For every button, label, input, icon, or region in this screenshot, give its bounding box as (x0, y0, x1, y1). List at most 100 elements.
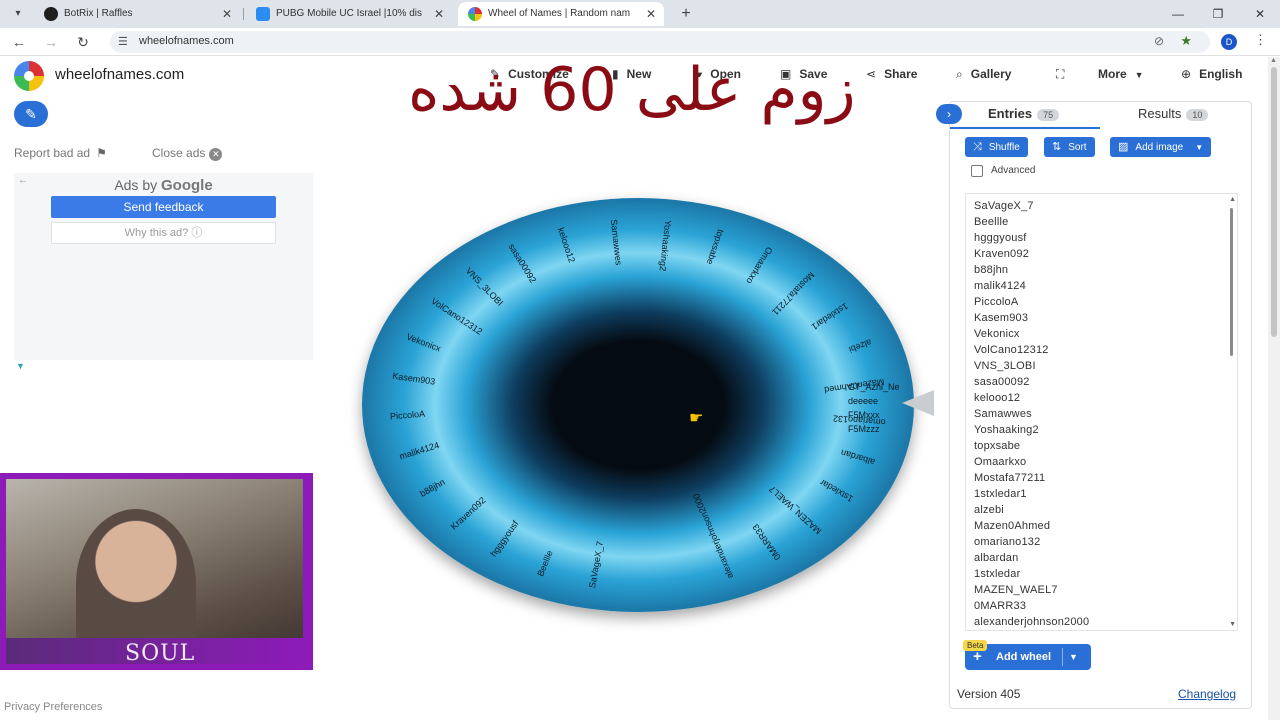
collapse-panel-button[interactable]: › (936, 104, 962, 124)
tab-strip: ▾ BotRix | Raffles ✕ PUBG Mobile UC Isra… (0, 0, 1280, 28)
entry-line[interactable]: Yoshaaking2 (974, 424, 1039, 436)
wheel-segment-label: PiccoloA (390, 409, 426, 422)
chevron-down-icon[interactable]: ▼ (1069, 644, 1078, 670)
entry-line[interactable]: 1stxledar1 (974, 488, 1027, 500)
entry-line[interactable]: Beellle (974, 216, 1008, 228)
page-scroll-thumb[interactable] (1271, 67, 1277, 337)
advanced-checkbox[interactable] (971, 165, 983, 177)
pubg-favicon-icon (256, 7, 270, 21)
more-button[interactable]: More ▼ (1098, 67, 1144, 81)
entry-line[interactable]: kelooo12 (974, 392, 1020, 404)
gallery-button[interactable]: ⌕ Gallery (956, 67, 1011, 82)
wheel-segment-label: 1stxledar1 (810, 301, 850, 332)
close-ads-link[interactable]: Close ads ✕ (152, 146, 223, 161)
tab-results[interactable]: Results 10 (1138, 106, 1209, 121)
entries-scroll-thumb[interactable] (1230, 208, 1233, 356)
back-icon[interactable]: ← (9, 32, 29, 52)
share-label: Share (884, 67, 918, 81)
close-tab-icon[interactable]: ✕ (434, 2, 444, 26)
close-ads-label: Close ads (152, 146, 206, 160)
entry-line[interactable]: alexanderjohnson2000 (974, 616, 1089, 628)
entry-line[interactable]: Samawwes (974, 408, 1032, 420)
reload-icon[interactable]: ↻ (73, 32, 93, 52)
close-window-icon[interactable]: ✕ (1250, 4, 1270, 24)
site-title[interactable]: wheelofnames.com (55, 66, 184, 83)
star-icon[interactable]: ★ (1180, 33, 1192, 49)
page-scrollbar[interactable]: ▲ (1268, 57, 1280, 720)
tab-search-icon[interactable]: ▾ (10, 6, 26, 22)
entry-line[interactable]: PiccoloA (974, 296, 1018, 308)
minimize-icon[interactable]: — (1168, 4, 1188, 24)
pencil-icon: ✎ (25, 106, 37, 122)
entry-line[interactable]: omariano132 (974, 536, 1040, 548)
entry-line[interactable]: topxsabe (974, 440, 1020, 452)
scroll-up-icon[interactable]: ▲ (1229, 196, 1236, 203)
eye-off-icon[interactable]: ⊘ (1154, 34, 1164, 48)
entry-line[interactable]: Kasem903 (974, 312, 1028, 324)
why-this-ad-button[interactable]: Why this ad? ⓘ (51, 222, 276, 244)
entry-line[interactable]: 1stxledar (974, 568, 1020, 580)
wheel-segment-label: Vekonicx (405, 332, 443, 354)
close-icon: ✕ (209, 148, 223, 161)
entry-line[interactable]: Omaarkxo (974, 456, 1026, 468)
entry-line[interactable]: VolCano12312 (974, 344, 1049, 356)
tab-wheel-of-names[interactable]: Wheel of Names | Random nam ✕ (458, 2, 664, 26)
entries-scrollbar[interactable]: ▲ ▼ (1228, 196, 1236, 628)
wheel-logo-icon[interactable] (14, 61, 44, 91)
language-button[interactable]: ⊕ English (1181, 67, 1242, 81)
shuffle-button[interactable]: ⤨ Shuffle (965, 137, 1028, 157)
tab-pubg[interactable]: PUBG Mobile UC Israel |10% dis ✕ (246, 2, 452, 26)
url-field[interactable]: ☰ wheelofnames.com ⊘ ★ (110, 31, 1210, 53)
close-tab-icon[interactable]: ✕ (222, 2, 232, 26)
image-icon: ▨ (1118, 141, 1129, 153)
entry-line[interactable]: b88jhn (974, 264, 1008, 276)
tab-botrix[interactable]: BotRix | Raffles ✕ (34, 2, 240, 26)
profile-avatar[interactable]: D (1221, 34, 1237, 50)
entry-line[interactable]: malik4124 (974, 280, 1026, 292)
entry-line[interactable]: MAZEN_WAEL7 (974, 584, 1058, 596)
entry-line[interactable]: alzebi (974, 504, 1004, 516)
wheel-segment-label: F5Mzzz (848, 424, 880, 434)
url-text[interactable]: wheelofnames.com (139, 35, 234, 47)
wheel-favicon-icon (468, 7, 482, 21)
close-tab-icon[interactable]: ✕ (646, 2, 656, 26)
add-image-button[interactable]: ▨ Add image ▼ (1110, 137, 1212, 157)
privacy-preferences-link[interactable]: Privacy Preferences (4, 701, 102, 713)
send-feedback-button[interactable]: Send feedback (51, 196, 276, 218)
restore-icon[interactable]: ❐ (1208, 4, 1228, 24)
new-tab-icon[interactable]: + (676, 4, 696, 24)
webcam-name: SOUL (125, 641, 196, 666)
browser-menu-icon[interactable]: ⋮ (1254, 32, 1267, 48)
entry-line[interactable]: Vekonicx (974, 328, 1020, 340)
add-wheel-label: Add wheel (996, 651, 1052, 663)
entry-line[interactable]: hgggyousf (974, 232, 1027, 244)
entry-line[interactable]: sasa00092 (974, 376, 1030, 388)
scroll-up-icon[interactable]: ▲ (1270, 57, 1277, 64)
sort-button[interactable]: ⇅ Sort (1044, 137, 1095, 157)
entry-line[interactable]: VNS_3LOBI (974, 360, 1036, 372)
wheel-segment-label: albardan (840, 447, 876, 467)
entries-tab-label: Entries (988, 106, 1033, 121)
active-tab-indicator (950, 127, 1100, 129)
entries-count-badge: 75 (1037, 108, 1060, 121)
entry-line[interactable]: SaVageX_7 (974, 200, 1034, 212)
forward-icon[interactable]: → (41, 32, 61, 52)
spin-wheel[interactable]: SaVageX_7 Beellle hgggyousf Kraven092 b88jhn… (362, 198, 914, 612)
share-button[interactable]: ⋖ Share (866, 67, 917, 81)
edit-pencil-button[interactable]: ✎ (14, 101, 48, 127)
site-info-icon[interactable]: ☰ (118, 35, 128, 48)
report-bad-ad-link[interactable]: Report bad ad ⚑ (14, 146, 107, 160)
advanced-label[interactable]: Advanced (991, 165, 1035, 176)
tab-entries[interactable]: Entries 75 (988, 106, 1060, 121)
entry-line[interactable]: albardan (974, 552, 1018, 564)
entry-line[interactable]: Kraven092 (974, 248, 1029, 260)
fullscreen-button[interactable]: ⛶ (1056, 67, 1072, 82)
entry-line[interactable]: Mostafa77211 (974, 472, 1045, 484)
scroll-down-icon[interactable]: ▼ (1229, 621, 1236, 628)
entries-textarea[interactable]: ▲ ▼ SaVageX_7 Beellle hgggyousf Kraven092 b8… (965, 193, 1238, 631)
changelog-link[interactable]: Changelog (1178, 687, 1236, 701)
shuffle-label: Shuffle (988, 142, 1020, 153)
entry-line[interactable]: 0MARR33 (974, 600, 1026, 612)
entry-line[interactable]: Mazen0Ahmed (974, 520, 1050, 532)
adchoices-icon[interactable]: ▼ (16, 361, 25, 371)
